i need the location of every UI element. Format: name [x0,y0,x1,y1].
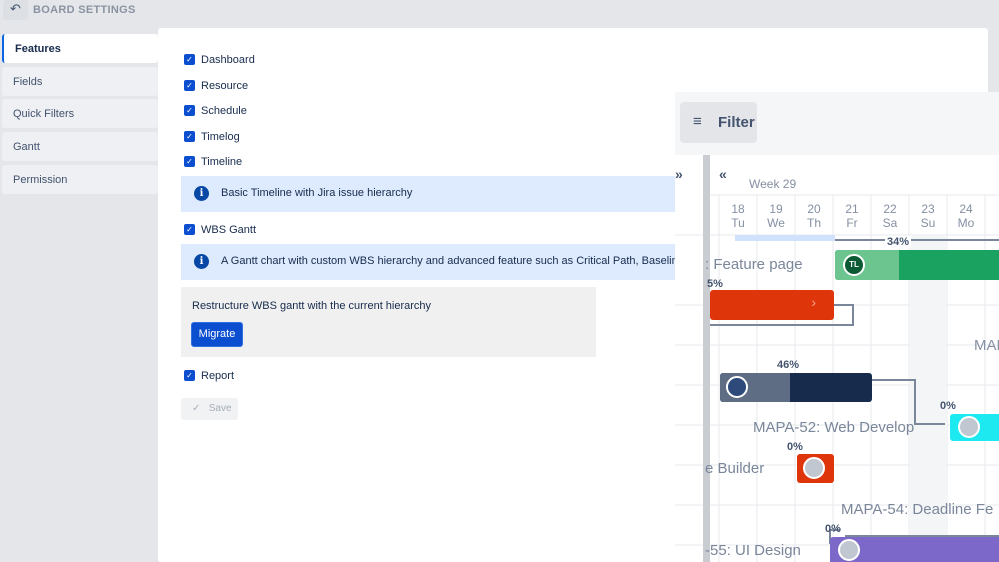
sidebar-item-features[interactable]: Features [2,34,158,63]
dashboard-label: Dashboard [201,54,255,66]
save-button[interactable]: ✓ Save [181,398,238,420]
info-icon: i [194,254,209,269]
task-pct: 5% [707,278,723,290]
report-checkbox[interactable]: ✓ [184,370,195,381]
filter-bar: ≡ Filter [675,92,999,155]
task-pct: 0% [787,441,803,453]
migrate-box: Restructure WBS gantt with the current h… [181,287,596,357]
day-23: 23 Su [920,202,936,230]
day-21: 21 Fr [845,202,859,230]
task-bar-red-small[interactable] [797,454,834,483]
wbs-gantt-checkbox[interactable]: ✓ [184,224,195,235]
task-label: e Builder [705,460,765,477]
filter-button[interactable]: ≡ Filter [680,102,757,143]
task-pct: 0% [825,523,841,535]
task-label: MAPA [974,337,999,354]
task-bar-purple[interactable] [830,537,999,562]
migrate-text: Restructure WBS gantt with the current h… [192,300,432,312]
avatar [803,457,825,479]
info-icon: i [194,186,209,201]
timeline-info-text: Basic Timeline with Jira issue hierarchy [221,187,413,199]
day-22: 22 Sa [882,202,898,230]
resource-label: Resource [201,80,249,92]
task-label: -55: UI Design [705,542,801,559]
sidebar-item-gantt[interactable]: Gantt [2,132,158,161]
task-label: MAPA-52: Web Develop [753,419,915,436]
avatar [838,539,860,561]
wbs-info-text: A Gantt chart with custom WBS hierarchy … [221,255,675,267]
task-pct: 34% [885,236,912,248]
header: ↶ BOARD SETTINGS [0,0,999,22]
task-bar-green[interactable]: TL [835,250,999,280]
timeline-checkbox[interactable]: ✓ [184,156,195,167]
day-header: 18 Tu 19 We 20 Th 21 Fr 22 Sa 23 Su 24 Mo [719,202,985,230]
day-18: 18 Tu [731,202,745,230]
wbs-gantt-label: WBS Gantt [201,224,257,236]
back-button[interactable]: ↶ [3,0,28,20]
avatar [958,416,980,438]
day-24: 24 Mo [957,202,975,230]
task-bar-cyan[interactable] [950,414,999,441]
filter-icon: ≡ [693,113,702,130]
schedule-label: Schedule [201,105,247,117]
avatar: TL [843,254,865,276]
task-pct: 0% [940,400,956,412]
expand-icon[interactable]: » [675,166,683,182]
task-bar-red[interactable]: › [710,290,834,320]
day-20: 20 Th [806,202,821,230]
avatar [726,376,748,398]
report-label: Report [201,370,235,382]
gantt-preview: ≡ Filter » « Week 29 18 Tu 19 We 20 Th 21 Fr… [675,92,999,562]
timelog-label: Timelog [201,131,240,143]
week-label: Week 29 [749,177,797,191]
timeline-info: i Basic Timeline with Jira issue hierarch… [181,176,675,212]
sidebar-item-quick-filters[interactable]: Quick Filters [2,99,158,128]
dashboard-checkbox[interactable]: ✓ [184,54,195,65]
task-pct: 46% [777,359,800,371]
timelog-checkbox[interactable]: ✓ [184,131,195,142]
sidebar-item-fields[interactable]: Fields [2,67,158,96]
page-title: BOARD SETTINGS [33,4,136,16]
resource-checkbox[interactable]: ✓ [184,80,195,91]
collapse-icon[interactable]: « [719,166,727,182]
migrate-button[interactable]: Migrate [191,322,243,347]
undo-arrow-icon: ↶ [10,1,21,16]
sidebar-item-permission[interactable]: Permission [2,165,158,194]
task-label: : Feature page [705,256,803,273]
chevron-right-icon: › [811,294,816,310]
schedule-checkbox[interactable]: ✓ [184,105,195,116]
task-label: MAPA-54: Deadline Fe [841,501,994,518]
check-icon: ✓ [192,403,204,414]
wbs-info: i A Gantt chart with custom WBS hierarchy… [181,244,675,280]
timeline-label: Timeline [201,156,243,168]
task-bar-navy[interactable] [720,373,872,402]
day-19: 19 We [767,202,785,230]
save-label: Save [208,403,232,414]
filter-label: Filter [718,114,755,131]
